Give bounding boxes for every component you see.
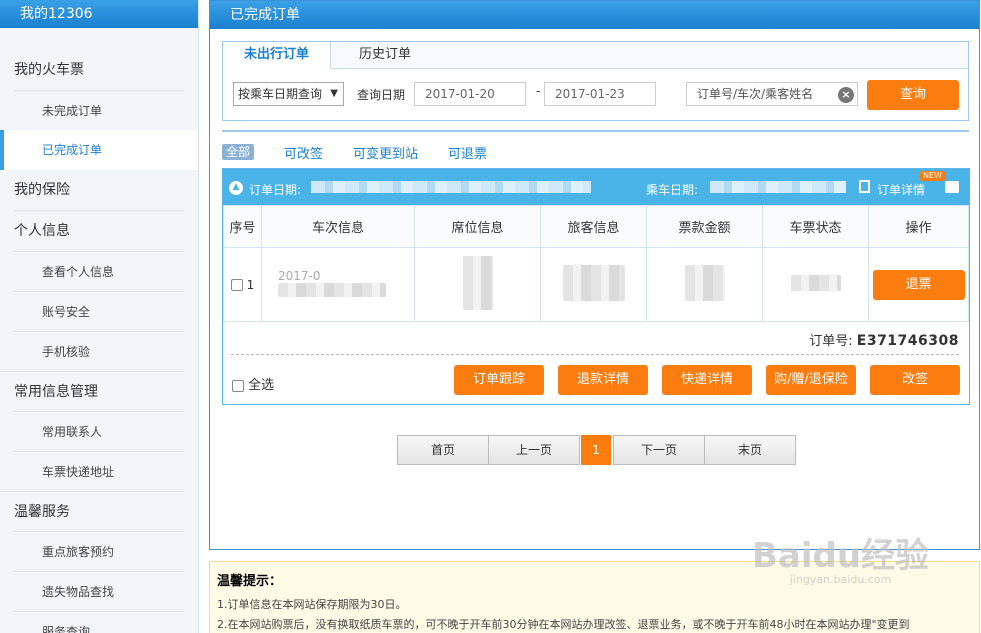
sidebar-item-account-security[interactable]: 账号安全 <box>14 291 184 331</box>
sidebar-title: 我的12306 <box>0 0 198 28</box>
refund-detail-button[interactable]: 退款详情 <box>558 365 648 395</box>
prev-page-button[interactable]: 上一页 <box>488 435 580 465</box>
col-ticket-status: 车票状态 <box>762 205 869 248</box>
sidebar-item-priority-booking[interactable]: 重点旅客预约 <box>14 531 184 571</box>
filter-refundable[interactable]: 可退票 <box>448 143 487 162</box>
chevron-down-icon: ▼ <box>330 88 338 99</box>
order-number: 订单号: E371746308 <box>809 330 959 349</box>
sidebar-group-personal-info[interactable]: 个人信息 <box>0 211 198 251</box>
ride-date-label: 乘车日期: <box>646 183 699 197</box>
order-date-redacted <box>311 181 591 193</box>
sidebar-item-phone-verify[interactable]: 手机核验 <box>14 331 184 371</box>
status-redacted <box>790 275 841 291</box>
select-all[interactable]: 全选 <box>232 374 274 393</box>
col-seat-info: 席位信息 <box>414 205 541 248</box>
date-separator: - <box>536 84 541 98</box>
tips-line-1: 1.订单信息在本网站保存期限为30日。 <box>217 598 407 611</box>
filter-all[interactable]: 全部 <box>222 144 255 160</box>
last-page-button[interactable]: 末页 <box>704 435 796 465</box>
sidebar-item-completed-orders[interactable]: 已完成订单 <box>0 130 198 170</box>
change-ticket-button[interactable]: 改签 <box>870 365 960 395</box>
select-all-label: 全选 <box>248 378 275 393</box>
train-info-redacted <box>278 283 386 297</box>
col-index: 序号 <box>223 205 262 248</box>
keyword-placeholder: 订单号/车次/乘客姓名 <box>697 87 814 101</box>
sidebar-item-delivery-address[interactable]: 车票快递地址 <box>14 451 184 491</box>
sidebar-group-insurance[interactable]: 我的保险 <box>0 170 198 210</box>
divider <box>222 130 969 132</box>
tab-upcoming-orders[interactable]: 未出行订单 <box>223 42 331 69</box>
sidebar-item-contacts[interactable]: 常用联系人 <box>14 411 184 451</box>
order-table: 序号 车次信息 席位信息 旅客信息 票款金额 车票状态 操作 1 2017-0 … <box>223 205 969 322</box>
current-page[interactable]: 1 <box>581 435 611 465</box>
col-actions: 操作 <box>868 205 969 248</box>
query-button[interactable]: 查询 <box>867 80 959 110</box>
refund-button[interactable]: 退票 <box>872 269 965 300</box>
order-detail-link[interactable]: 订单详情 <box>877 181 925 198</box>
query-type-select[interactable]: 按乘车日期查询 ▼ <box>233 82 344 106</box>
watermark-logo: Baidu经验 jingyan.baidu.com <box>752 528 929 586</box>
filter-changeable[interactable]: 可改签 <box>284 143 323 162</box>
sidebar-group-services[interactable]: 温馨服务 <box>0 491 184 531</box>
document-icon <box>859 180 870 193</box>
sidebar-group-train-tickets[interactable]: 我的火车票 <box>0 50 198 90</box>
clear-icon[interactable]: × <box>838 87 854 103</box>
filter-bar: 全部 可改签 可变更到站 可退票 <box>222 143 517 162</box>
order-number-value: E371746308 <box>856 333 959 349</box>
sidebar-item-service-query[interactable]: 服务查询 <box>14 611 184 633</box>
col-train-info: 车次信息 <box>261 205 415 248</box>
select-all-checkbox[interactable] <box>232 379 244 392</box>
query-type-value: 按乘车日期查询 <box>238 87 323 101</box>
order-track-button[interactable]: 订单跟踪 <box>454 365 544 395</box>
watermark-brand: Baidu经验 <box>752 536 930 576</box>
tab-bar: 未出行订单 历史订单 <box>223 42 968 69</box>
row-checkbox[interactable] <box>230 279 243 291</box>
keyword-input[interactable]: 订单号/车次/乘客姓名 × <box>686 82 858 106</box>
col-passenger-info: 旅客信息 <box>540 205 647 248</box>
sidebar: 我的12306 我的火车票 未完成订单 已完成订单 我的保险 个人信息 查看个人… <box>0 0 199 633</box>
order-header: ▲ 订单日期: 乘车日期: 订单详情 NEW <box>223 169 969 205</box>
order-card: ▲ 订单日期: 乘车日期: 订单详情 NEW 序号 车次信息 席位信息 旅客信息… <box>222 168 970 405</box>
train-info-prefix: 2017-0 <box>278 269 321 283</box>
next-page-button[interactable]: 下一页 <box>613 435 705 465</box>
passenger-info-redacted <box>562 265 625 301</box>
row-index: 1 <box>246 277 255 292</box>
page-title: 已完成订单 <box>210 1 979 29</box>
insurance-button[interactable]: 购/赠/退保险 <box>766 365 856 395</box>
ride-date-redacted <box>710 181 846 193</box>
dashed-divider <box>231 354 959 355</box>
search-box: 未出行订单 历史订单 按乘车日期查询 ▼ 查询日期 2017-01-20 - 2… <box>222 41 969 121</box>
sidebar-group-common-info[interactable]: 常用信息管理 <box>0 371 184 411</box>
seat-info-redacted <box>462 256 493 310</box>
delivery-detail-button[interactable]: 快递详情 <box>662 365 752 395</box>
new-badge: NEW <box>920 171 945 181</box>
pagination: 首页 上一页 1 下一页 末页 <box>397 435 796 465</box>
col-ticket-amount: 票款金额 <box>646 205 763 248</box>
table-row: 1 2017-0 退票 <box>223 247 969 322</box>
sidebar-item-view-profile[interactable]: 查看个人信息 <box>14 251 184 291</box>
filter-change-destination[interactable]: 可变更到站 <box>353 143 418 162</box>
main-panel: 已完成订单 未出行订单 历史订单 按乘车日期查询 ▼ 查询日期 2017-01-… <box>209 0 980 550</box>
first-page-button[interactable]: 首页 <box>397 435 489 465</box>
date-from-input[interactable]: 2017-01-20 <box>414 82 526 106</box>
query-date-label: 查询日期 <box>357 88 406 102</box>
order-number-label: 订单号: <box>809 334 853 349</box>
date-to-input[interactable]: 2017-01-23 <box>544 82 656 106</box>
order-date-label: 订单日期: <box>249 183 302 197</box>
sidebar-item-lost-found[interactable]: 遗失物品查找 <box>14 571 184 611</box>
tab-history-orders[interactable]: 历史订单 <box>331 42 439 68</box>
sidebar-item-unfinished-orders[interactable]: 未完成订单 <box>14 90 184 130</box>
collapse-icon[interactable]: ▲ <box>229 181 243 195</box>
printer-icon[interactable] <box>945 181 959 193</box>
amount-redacted <box>684 265 725 301</box>
tips-line-2: 2.在本网站购票后，没有换取纸质车票的，可不晚于开车前30分钟在本网站办理改签、… <box>217 618 910 631</box>
